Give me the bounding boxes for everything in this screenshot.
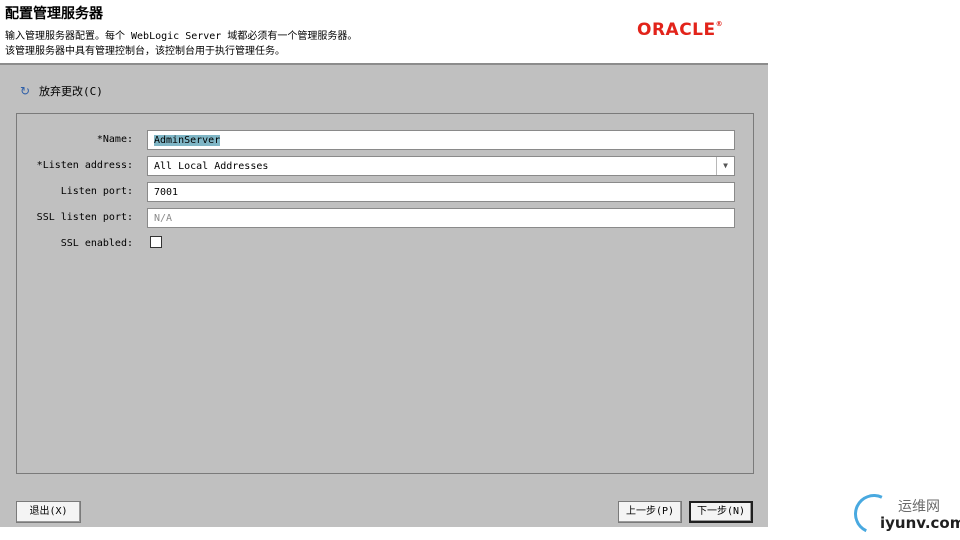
- listen-address-label: *Listen address:: [36, 160, 133, 171]
- ssl-enabled-checkbox[interactable]: [150, 236, 162, 248]
- watermark-en: iyunv.com: [880, 514, 960, 532]
- ssl-enabled-row: SSL enabled:: [17, 234, 755, 254]
- watermark-cn: 运维网: [898, 499, 940, 515]
- listen-address-value: All Local Addresses: [154, 161, 269, 172]
- discard-changes-label: 放弃更改(C): [39, 85, 103, 98]
- listen-address-select[interactable]: All Local Addresses ▼: [147, 156, 735, 176]
- listen-port-row: Listen port: 7001: [17, 182, 755, 202]
- previous-button[interactable]: 上一步(P): [618, 501, 682, 523]
- page-description-line1: 输入管理服务器配置。每个 WebLogic Server 域都必须有一个管理服务…: [5, 31, 358, 42]
- listen-port-field[interactable]: 7001: [147, 182, 735, 202]
- undo-icon: ↻: [20, 84, 31, 98]
- server-config-panel: *Name: AdminServer *Listen address: All …: [16, 113, 754, 474]
- exit-button[interactable]: 退出(X): [16, 501, 81, 523]
- oracle-logo: ORACLE®: [637, 20, 723, 40]
- next-button[interactable]: 下一步(N): [689, 501, 753, 523]
- name-field[interactable]: AdminServer: [147, 130, 735, 150]
- ssl-port-row: SSL listen port: N/A: [17, 208, 755, 228]
- page-description-line2: 该管理服务器中具有管理控制台，该控制台用于执行管理任务。: [5, 46, 285, 57]
- discard-changes-link[interactable]: ↻ 放弃更改(C): [20, 83, 103, 99]
- listen-port-label: Listen port:: [60, 186, 133, 197]
- listen-port-value: 7001: [154, 187, 179, 198]
- ssl-port-field[interactable]: N/A: [147, 208, 735, 228]
- wizard-body: ↻ 放弃更改(C) *Name: AdminServer *Listen add…: [0, 63, 768, 527]
- ssl-port-placeholder: N/A: [154, 213, 173, 224]
- listen-address-row: *Listen address: All Local Addresses ▼: [17, 156, 755, 176]
- chevron-down-icon[interactable]: ▼: [716, 157, 734, 175]
- wizard-header: 配置管理服务器 输入管理服务器配置。每个 WebLogic Server 域都必…: [0, 0, 768, 63]
- watermark: 运维网 iyunv.com: [848, 488, 960, 540]
- name-value: AdminServer: [154, 135, 221, 146]
- ssl-port-label: SSL listen port:: [36, 212, 133, 223]
- oracle-logo-mark: ®: [715, 20, 724, 28]
- oracle-logo-text: ORACLE: [637, 20, 716, 40]
- page-title: 配置管理服务器: [5, 6, 103, 22]
- name-label: *Name:: [96, 134, 133, 145]
- name-row: *Name: AdminServer: [17, 130, 755, 150]
- ssl-enabled-label: SSL enabled:: [60, 238, 133, 249]
